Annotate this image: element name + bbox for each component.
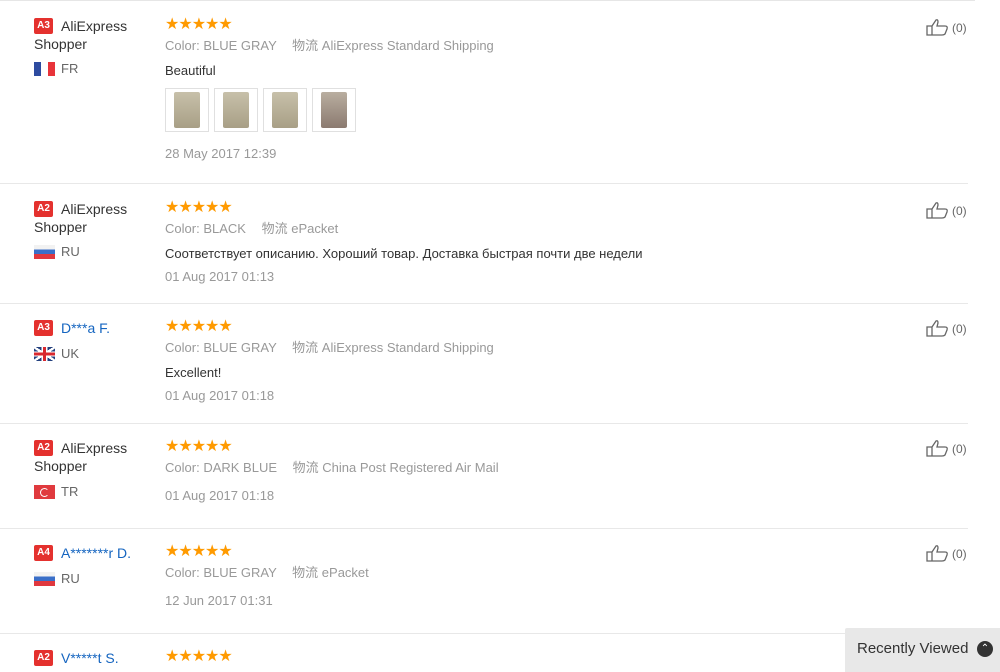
review-item: A2 AliExpress Shopper RU ★★★★★ Color: BLA… xyxy=(0,183,968,304)
review-photo-thumbnail[interactable] xyxy=(263,88,307,132)
reviewer-name-block: A3 D***a F. xyxy=(34,319,159,337)
rating-stars: ★★★★★ xyxy=(165,648,233,665)
shipping-value: ePacket xyxy=(291,221,339,236)
thumbs-up-icon xyxy=(926,439,948,457)
color-value: BLUE GRAY xyxy=(203,340,277,355)
review-text: Excellent! xyxy=(165,365,222,380)
thumbs-up-icon xyxy=(926,201,948,219)
helpful-count: (0) xyxy=(952,442,967,456)
reviewer-name-link[interactable]: V*****t S. xyxy=(61,650,119,666)
helpful-button[interactable]: (0) xyxy=(926,544,967,564)
uk-flag-icon xyxy=(34,346,55,361)
helpful-count: (0) xyxy=(952,322,967,336)
review-content: ★★★★★ Color: BLUE GRAY 物流 AliExpress Sta… xyxy=(165,16,885,163)
russia-flag-icon xyxy=(34,244,55,259)
france-flag-icon xyxy=(34,61,55,76)
reviewer-info: A3 AliExpress Shopper FR xyxy=(34,17,159,76)
review-content: ★★★★★ xyxy=(165,648,885,666)
thumbs-up-icon xyxy=(926,544,948,562)
level-badge: A2 xyxy=(34,201,53,217)
review-content: ★★★★★ Color: DARK BLUE 物流 China Post Reg… xyxy=(165,438,885,505)
shipping-value: AliExpress Standard Shipping xyxy=(321,38,494,53)
reviewer-name-block: A2 AliExpress Shopper xyxy=(34,439,159,475)
reviewer-name-block: A4 A*******r D. xyxy=(34,544,159,562)
review-date: 28 May 2017 12:39 xyxy=(165,146,277,161)
review-content: ★★★★★ Color: BLUE GRAY 物流 AliExpress Sta… xyxy=(165,318,885,405)
review-item: A3 AliExpress Shopper FR ★★★★★ Color: BLU… xyxy=(0,0,968,184)
review-item: A2 V*****t S. ★★★★★ xyxy=(0,633,968,672)
color-value: BLUE GRAY xyxy=(203,565,277,580)
reviewer-info: A2 AliExpress Shopper TR xyxy=(34,439,159,499)
review-photo-thumbnail[interactable] xyxy=(312,88,356,132)
review-item: A4 A*******r D. RU ★★★★★ Color: BLUE GRAY… xyxy=(0,528,968,634)
review-date: 12 Jun 2017 01:31 xyxy=(165,593,273,608)
recently-viewed-label: Recently Viewed xyxy=(857,640,969,657)
color-value: BLUE GRAY xyxy=(203,38,277,53)
helpful-button[interactable]: (0) xyxy=(926,319,967,339)
review-content: ★★★★★ Color: BLUE GRAY 物流 ePacket 12 Jun… xyxy=(165,543,885,610)
shipping-value: AliExpress Standard Shipping xyxy=(321,340,494,355)
reviewer-country: RU xyxy=(34,244,80,260)
review-date: 01 Aug 2017 01:13 xyxy=(165,269,275,284)
color-value: DARK BLUE xyxy=(203,460,278,475)
thumbs-up-icon xyxy=(926,319,948,337)
helpful-button[interactable]: (0) xyxy=(926,18,967,38)
level-badge: A2 xyxy=(34,650,53,666)
rating-stars: ★★★★★ xyxy=(165,16,233,33)
helpful-count: (0) xyxy=(952,204,967,218)
recently-viewed-tab[interactable]: Recently Viewed ⌃ xyxy=(845,628,1000,672)
shipping-value: China Post Registered Air Mail xyxy=(322,460,499,475)
reviewer-info: A2 AliExpress Shopper RU xyxy=(34,200,159,259)
review-text: Beautiful xyxy=(165,63,216,78)
review-meta: Color: BLUE GRAY 物流 ePacket xyxy=(165,565,369,580)
review-meta: Color: BLACK 物流 ePacket xyxy=(165,221,339,236)
reviewer-name-link[interactable]: D***a F. xyxy=(61,320,110,336)
thumbs-up-icon xyxy=(926,18,948,36)
review-content: ★★★★★ Color: BLACK 物流 ePacket Соответств… xyxy=(165,199,885,286)
review-item: A3 D***a F. UK ★★★★★ Color: BLUE GRAY 物流 … xyxy=(0,303,968,424)
rating-stars: ★★★★★ xyxy=(165,199,233,216)
helpful-button[interactable]: (0) xyxy=(926,201,967,221)
reviewer-name-block: A2 AliExpress Shopper xyxy=(34,200,159,236)
review-date: 01 Aug 2017 01:18 xyxy=(165,388,275,403)
reviewer-info: A2 V*****t S. xyxy=(34,649,159,667)
review-item: A2 AliExpress Shopper TR ★★★★★ Color: DAR… xyxy=(0,423,968,529)
turkey-flag-icon xyxy=(34,484,55,499)
reviewer-name-block: A3 AliExpress Shopper xyxy=(34,17,159,53)
russia-flag-icon xyxy=(34,571,55,586)
chevron-up-circle-icon: ⌃ xyxy=(977,641,993,657)
level-badge: A3 xyxy=(34,320,53,336)
reviewer-country: RU xyxy=(34,571,80,587)
rating-stars: ★★★★★ xyxy=(165,438,233,455)
level-badge: A4 xyxy=(34,545,53,561)
review-meta: Color: BLUE GRAY 物流 AliExpress Standard … xyxy=(165,340,494,355)
review-photos xyxy=(165,88,885,134)
helpful-button[interactable]: (0) xyxy=(926,439,967,459)
reviewer-info: A4 A*******r D. RU xyxy=(34,544,159,586)
review-photo-thumbnail[interactable] xyxy=(214,88,258,132)
helpful-count: (0) xyxy=(952,547,967,561)
rating-stars: ★★★★★ xyxy=(165,543,233,560)
reviewer-country: FR xyxy=(34,61,78,77)
review-meta: Color: DARK BLUE 物流 China Post Registere… xyxy=(165,460,499,475)
reviewer-name-link[interactable]: A*******r D. xyxy=(61,545,131,561)
level-badge: A2 xyxy=(34,440,53,456)
rating-stars: ★★★★★ xyxy=(165,318,233,335)
level-badge: A3 xyxy=(34,18,53,34)
reviewer-name-block: A2 V*****t S. xyxy=(34,649,159,667)
reviewer-country: UK xyxy=(34,346,79,362)
shipping-value: ePacket xyxy=(321,565,369,580)
review-photo-thumbnail[interactable] xyxy=(165,88,209,132)
color-value: BLACK xyxy=(203,221,246,236)
reviewer-info: A3 D***a F. UK xyxy=(34,319,159,361)
helpful-count: (0) xyxy=(952,21,967,35)
reviewer-country: TR xyxy=(34,484,78,500)
review-meta: Color: BLUE GRAY 物流 AliExpress Standard … xyxy=(165,38,494,53)
review-date: 01 Aug 2017 01:18 xyxy=(165,488,275,503)
review-text: Соответствует описанию. Хороший товар. Д… xyxy=(165,246,643,261)
